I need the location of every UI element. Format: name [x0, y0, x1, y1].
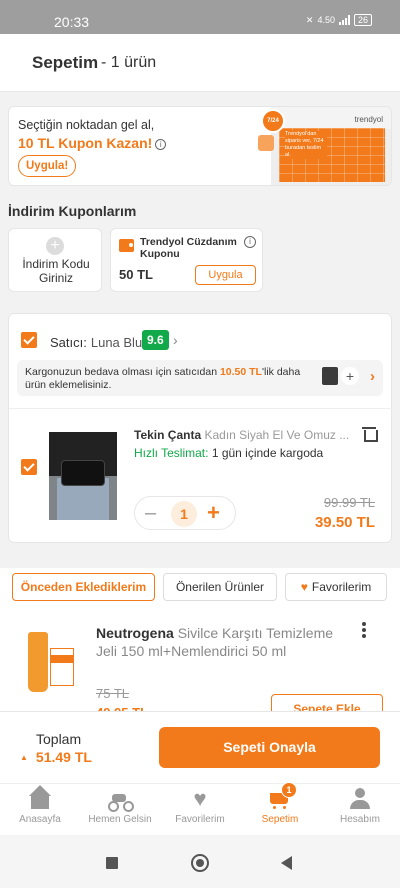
add-discount-code-card[interactable]: + İndirim Kodu Giriniz [8, 228, 102, 292]
promo-line2: 10 TL Kupon Kazan! i [18, 135, 167, 151]
cart-icon: 1 [268, 782, 297, 810]
nav-label: Favorilerim [175, 814, 225, 825]
nav-label: Sepetim [261, 814, 299, 825]
pickup-locker-image: trendyol Trendyol'dan siparis ver, 7/24 … [258, 107, 391, 185]
coupons-section-title: İndirim Kuponlarım [8, 203, 137, 219]
scooter-icon [108, 788, 134, 812]
info-icon[interactable]: i [155, 139, 167, 150]
seller-label: Satıcı: Luna Blu [50, 335, 143, 350]
product-thumbnail [322, 367, 338, 385]
battery-icon: 26 [353, 14, 372, 26]
item-count: - 1 ürün [101, 54, 157, 71]
tab-recommended[interactable]: Önerilen Ürünler [163, 573, 277, 601]
quantity-stepper: – 1 + [134, 496, 236, 530]
fast-delivery-info: Hızlı Teslimat: 1 gün içinde kargoda [134, 446, 324, 460]
recommendation-tabs-section: Önceden Eklediklerim Önerilen Ürünler ♥ F… [0, 568, 400, 724]
decrease-button[interactable]: – [145, 502, 156, 525]
nav-account[interactable]: Hesabım [320, 788, 400, 825]
plus-icon[interactable]: + [341, 367, 359, 385]
caret-up-icon: ▲ [20, 753, 28, 762]
page-title: Sepetim [32, 53, 99, 72]
checkout-footer: Toplam ▲ 51.49 TL Sepeti Onayla [0, 711, 400, 783]
product-image[interactable] [49, 432, 117, 520]
package-icon [258, 135, 274, 151]
promo-line1: Seçtiğin noktadan gel al, [18, 118, 155, 132]
product-title[interactable]: Tekin Çanta Kadın Siyah El Ve Omuz ... [134, 428, 374, 442]
tab-favorites[interactable]: ♥ Favorilerim [285, 573, 387, 601]
tab-previously-added[interactable]: Önceden Eklediklerim [12, 573, 155, 601]
heart-icon: ♥ [193, 786, 207, 811]
more-options-icon[interactable] [362, 622, 366, 638]
product-checkbox[interactable] [21, 459, 37, 475]
nav-favorites[interactable]: ♥ Favorilerim [160, 786, 240, 826]
status-time: 20:33 [54, 14, 90, 30]
recommended-product-title[interactable]: Neutrogena Sivilce Karşıtı Temizleme Jel… [96, 624, 348, 660]
nav-label: Anasayfa [19, 814, 61, 825]
system-nav-bar [0, 835, 400, 888]
chevron-right-icon[interactable]: › [370, 368, 375, 385]
wallet-coupon-amount: 50 TL [119, 267, 153, 282]
locker-graphic: Trendyol'dan siparis ver, 7/24 buradan t… [279, 128, 385, 182]
home-button[interactable] [191, 854, 209, 872]
recommended-product-image[interactable] [22, 630, 78, 700]
back-button[interactable] [281, 856, 292, 870]
nav-label: Hesabım [339, 814, 380, 825]
page-header: Sepetim - 1 ürün [0, 34, 400, 92]
trendyol-logo: trendyol [354, 115, 383, 124]
old-price: 99.99 TL [323, 495, 375, 510]
nav-home[interactable]: Anasayfa [0, 785, 80, 825]
recents-button[interactable] [106, 857, 118, 869]
24-7-badge: 7/24 [261, 109, 285, 133]
mute-icon: ✕ [305, 14, 314, 25]
cart-count-badge: 1 [281, 782, 297, 798]
wallet-coupon-name: Trendyol Cüzdanım Kuponu [140, 236, 237, 260]
wallet-icon [119, 239, 134, 252]
quantity-value: 1 [171, 501, 197, 527]
seller-group: Satıcı: Luna Blu 9.6 › Kargonuzun bedava … [8, 313, 393, 543]
free-shipping-notice[interactable]: Kargonuzun bedava olması için satıcıdan … [17, 360, 383, 396]
bottom-nav: Anasayfa Hemen Gelsin ♥ Favorilerim 1 Se… [0, 782, 400, 835]
seller-checkbox[interactable] [21, 332, 37, 348]
wallet-coupon-card: Trendyol Cüzdanım Kuponu i 50 TL Uygula [110, 228, 263, 292]
increase-button[interactable]: + [207, 500, 220, 526]
user-icon [348, 788, 372, 810]
info-icon[interactable]: i [244, 236, 256, 248]
recommended-old-price: 75 TL [96, 686, 130, 701]
total-label: Toplam [36, 731, 82, 747]
locker-note: Trendyol'dan siparis ver, 7/24 buradan t… [285, 131, 327, 159]
total-amount[interactable]: ▲ 51.49 TL [20, 749, 92, 765]
confirm-cart-button[interactable]: Sepeti Onayla [159, 727, 380, 768]
heart-icon: ♥ [300, 580, 308, 594]
nav-label: Hemen Gelsin [88, 814, 152, 825]
status-bar: 20:33 ✕ 4.50 26 [0, 0, 400, 34]
status-icons: ✕ 4.50 26 [306, 14, 372, 26]
seller-score-badge: 9.6 [142, 330, 169, 350]
add-code-label: İndirim Kodu Giriniz [22, 257, 90, 285]
seller-name[interactable]: Luna Blu [91, 335, 142, 350]
plus-icon: + [46, 237, 64, 255]
nav-hemen-gelsin[interactable]: Hemen Gelsin [80, 788, 160, 825]
signal-icon [338, 15, 350, 25]
promo-apply-button[interactable]: Uygula! [18, 155, 77, 177]
wallet-apply-button[interactable]: Uygula [195, 265, 256, 285]
divider [9, 408, 393, 409]
free-shipping-text: Kargonuzun bedava olması için satıcıdan … [25, 366, 301, 391]
product-price: 39.50 TL [314, 514, 375, 531]
chevron-right-icon[interactable]: › [173, 332, 178, 348]
pickup-promo-banner[interactable]: Seçtiğin noktadan gel al, 10 TL Kupon Ka… [8, 106, 392, 186]
trash-icon[interactable] [362, 426, 378, 442]
network-speed: 4.50 [317, 15, 335, 25]
nav-cart[interactable]: 1 Sepetim [240, 782, 320, 825]
home-icon [28, 785, 52, 810]
